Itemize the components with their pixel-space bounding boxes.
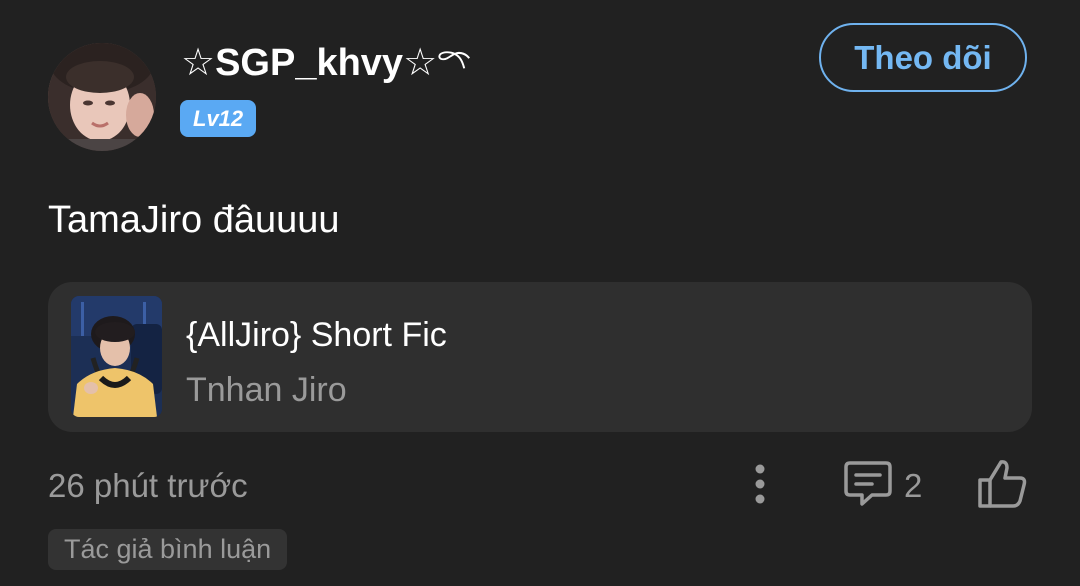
follow-button[interactable]: Theo dõi: [819, 23, 1027, 92]
timestamp: 26 phút trước: [48, 467, 248, 504]
story-author: Tnhan Jiro: [186, 371, 347, 409]
more-vertical-icon: [755, 464, 765, 504]
level-badge: Lv12: [180, 100, 257, 137]
post-text: TamaJiro đâuuuu: [48, 199, 340, 241]
story-card[interactable]: {AllJiro} Short Fic Tnhan Jiro: [48, 282, 1032, 432]
story-cover: [71, 296, 162, 417]
comment-count: 2: [904, 467, 923, 504]
more-options-button[interactable]: [744, 458, 776, 510]
story-cover-image: [71, 296, 162, 417]
post-item: ☆SGP_khvy☆𓍼 Lv12 Theo dõi TamaJiro đâuuu…: [0, 0, 1080, 586]
like-button[interactable]: [974, 456, 1030, 512]
comment-icon: [844, 461, 892, 506]
story-title: {AllJiro} Short Fic: [186, 316, 447, 354]
author-comment-badge: Tác giả bình luận: [48, 529, 288, 570]
username[interactable]: ☆SGP_khvy☆𓍼: [181, 40, 471, 86]
avatar-image: [48, 43, 156, 151]
avatar[interactable]: [48, 43, 156, 151]
comment-button[interactable]: 2: [842, 456, 932, 512]
thumbs-up-icon: [978, 460, 1027, 508]
